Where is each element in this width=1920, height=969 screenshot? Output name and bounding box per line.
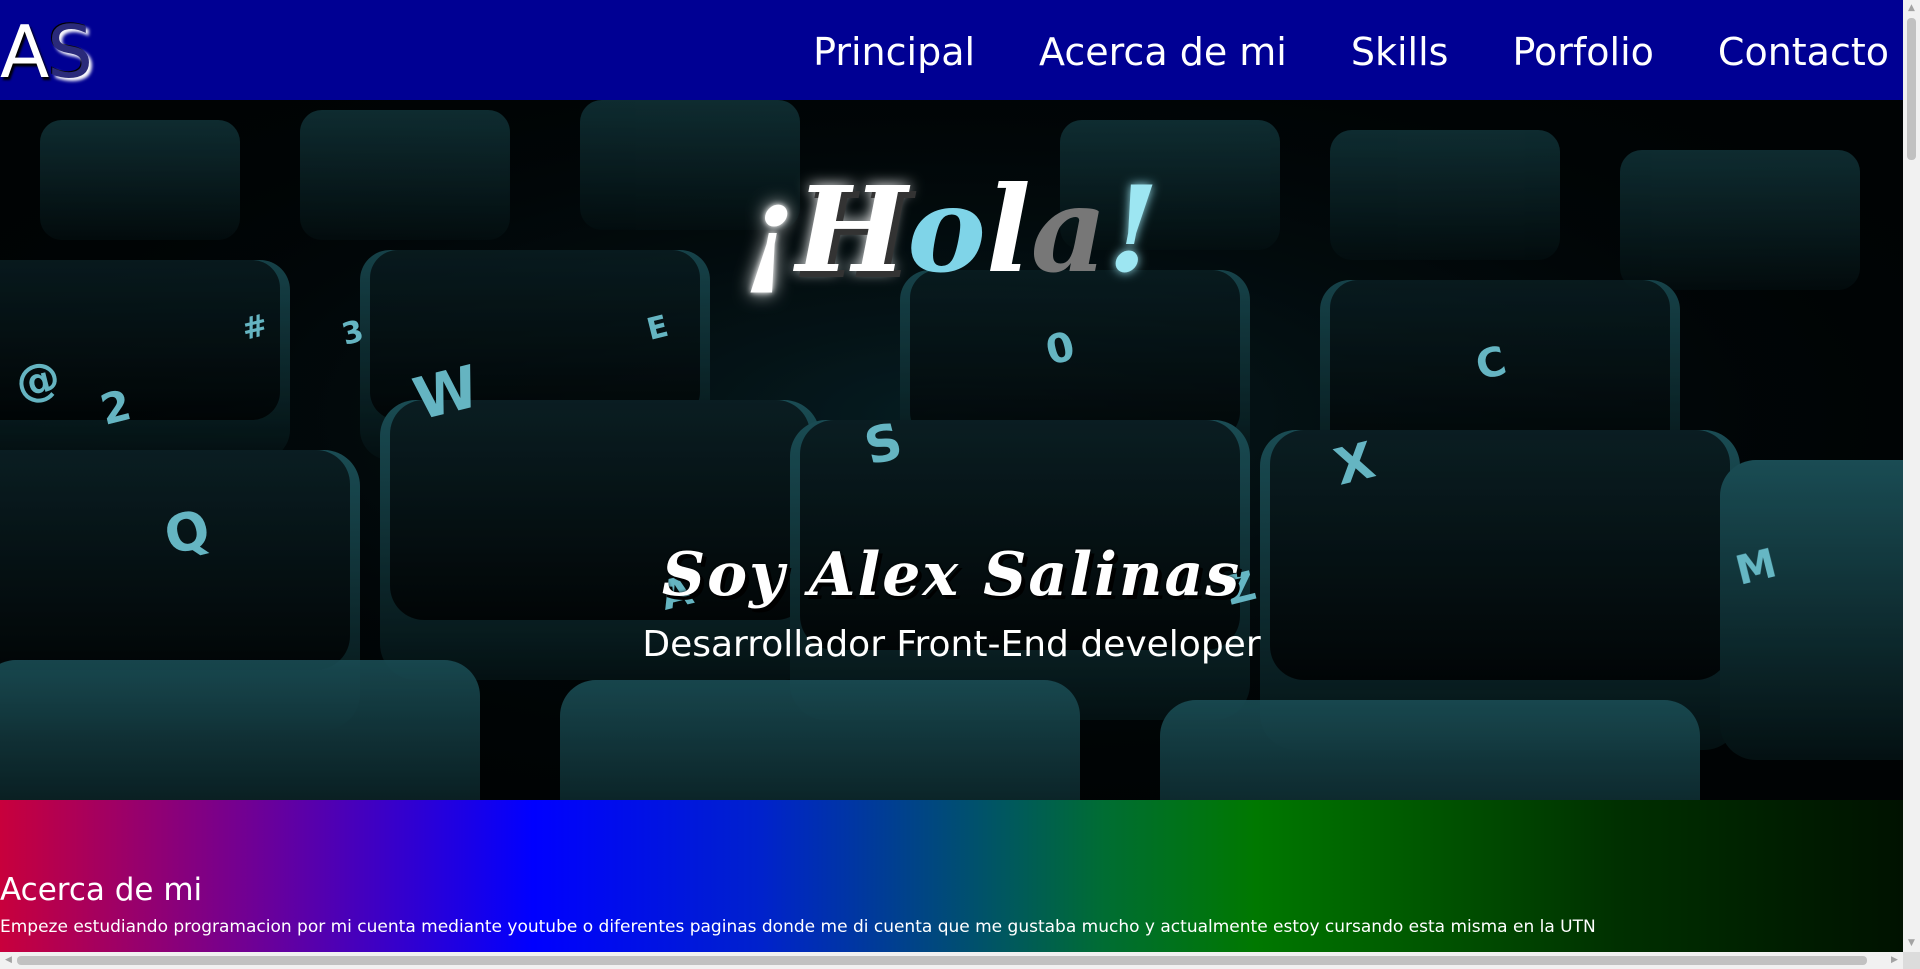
nav-menu: Principal Acerca de mi Skills Porfolio C… xyxy=(813,24,1889,80)
nav-item-principal[interactable]: Principal xyxy=(813,24,975,80)
scrollbar-corner xyxy=(1903,952,1920,969)
greeting-char: o xyxy=(907,160,986,299)
greeting-char: H xyxy=(795,160,908,299)
horizontal-scrollbar[interactable]: ◀ ▶ xyxy=(0,952,1903,969)
hero-section: @ 2 W S 0 X C Q # 3 E M A Z ¡Hola! Soy A… xyxy=(0,100,1903,800)
greeting-char: ¡ xyxy=(743,160,796,299)
greeting-char: ! xyxy=(1107,160,1160,299)
nav-item-porfolio[interactable]: Porfolio xyxy=(1512,24,1653,80)
vertical-scroll-thumb[interactable] xyxy=(1907,18,1916,160)
scroll-up-icon[interactable]: ▲ xyxy=(1903,0,1920,17)
about-title: Acerca de mi xyxy=(0,872,203,908)
navbar: AS Principal Acerca de mi Skills Porfoli… xyxy=(0,0,1903,100)
logo-letter-a: A xyxy=(0,10,49,94)
hero-name: Soy Alex Salinas xyxy=(661,540,1242,610)
nav-item-contacto[interactable]: Contacto xyxy=(1718,24,1889,80)
greeting-char: l xyxy=(985,160,1031,299)
about-section: Acerca de mi Empeze estudiando programac… xyxy=(0,800,1903,952)
logo[interactable]: AS xyxy=(0,10,93,94)
scroll-down-icon[interactable]: ▼ xyxy=(1903,935,1920,952)
scroll-right-icon[interactable]: ▶ xyxy=(1886,952,1903,969)
about-text: Empeze estudiando programacion por mi cu… xyxy=(0,917,1596,937)
horizontal-scroll-thumb[interactable] xyxy=(17,956,1867,965)
nav-item-acerca[interactable]: Acerca de mi xyxy=(1039,24,1287,80)
scroll-left-icon[interactable]: ◀ xyxy=(0,952,17,969)
nav-item-skills[interactable]: Skills xyxy=(1351,24,1449,80)
vertical-scrollbar[interactable]: ▲ ▼ xyxy=(1903,0,1920,952)
greeting-heading: ¡Hola! xyxy=(0,155,1903,305)
greeting-char: a xyxy=(1030,160,1108,299)
logo-letter-s: S xyxy=(47,10,93,94)
hero-subtitle: Desarrollador Front-End developer xyxy=(642,624,1261,665)
page-viewport: AS Principal Acerca de mi Skills Porfoli… xyxy=(0,0,1903,952)
